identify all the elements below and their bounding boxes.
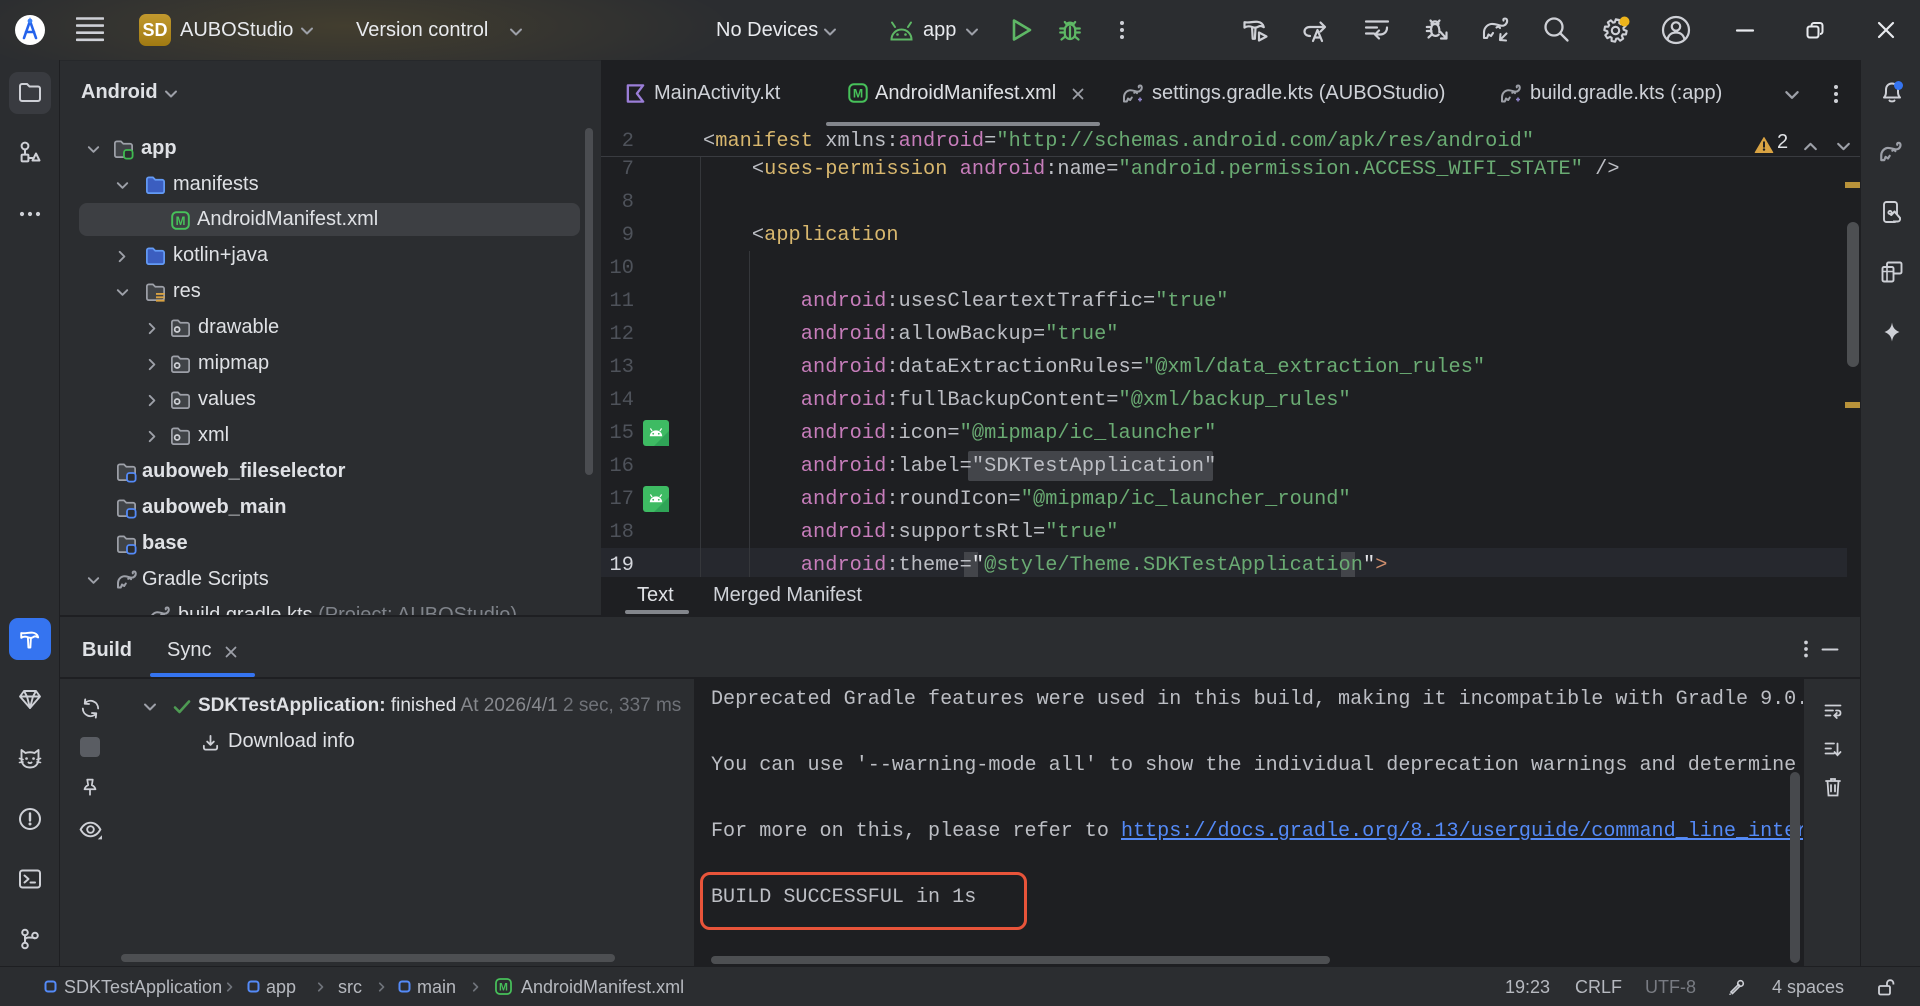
- svg-text:M: M: [176, 214, 186, 228]
- svg-text:M: M: [853, 87, 863, 101]
- svg-text:M: M: [499, 981, 508, 993]
